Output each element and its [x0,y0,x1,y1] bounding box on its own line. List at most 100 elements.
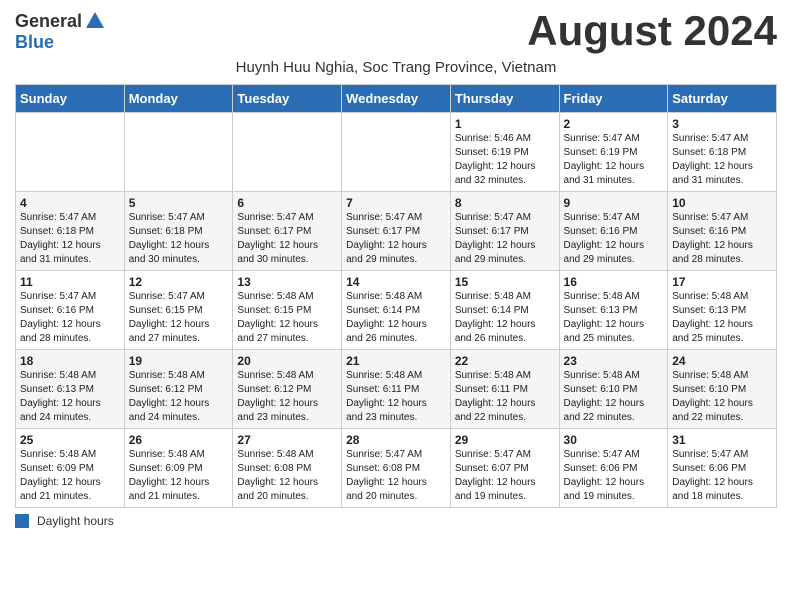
header-cell-monday: Monday [124,85,233,113]
day-number: 8 [455,196,555,210]
day-number: 29 [455,433,555,447]
day-number: 31 [672,433,772,447]
calendar-cell: 14Sunrise: 5:48 AM Sunset: 6:14 PM Dayli… [342,271,451,350]
day-info: Sunrise: 5:48 AM Sunset: 6:12 PM Dayligh… [237,369,337,425]
day-number: 6 [237,196,337,210]
calendar-cell: 4Sunrise: 5:47 AM Sunset: 6:18 PM Daylig… [16,192,125,271]
calendar-cell: 12Sunrise: 5:47 AM Sunset: 6:15 PM Dayli… [124,271,233,350]
calendar-cell [342,113,451,192]
day-number: 11 [20,275,120,289]
calendar-cell: 19Sunrise: 5:48 AM Sunset: 6:12 PM Dayli… [124,350,233,429]
calendar-cell: 24Sunrise: 5:48 AM Sunset: 6:10 PM Dayli… [668,350,777,429]
logo-general: General [15,11,82,32]
day-info: Sunrise: 5:46 AM Sunset: 6:19 PM Dayligh… [455,132,555,188]
header-cell-tuesday: Tuesday [233,85,342,113]
day-info: Sunrise: 5:47 AM Sunset: 6:18 PM Dayligh… [129,211,229,267]
calendar-cell: 1Sunrise: 5:46 AM Sunset: 6:19 PM Daylig… [450,113,559,192]
month-title: August 2024 [527,10,777,52]
day-number: 14 [346,275,446,289]
calendar-cell: 6Sunrise: 5:47 AM Sunset: 6:17 PM Daylig… [233,192,342,271]
calendar-cell [124,113,233,192]
day-number: 23 [564,354,664,368]
day-info: Sunrise: 5:48 AM Sunset: 6:13 PM Dayligh… [20,369,120,425]
day-info: Sunrise: 5:47 AM Sunset: 6:18 PM Dayligh… [672,132,772,188]
header-cell-friday: Friday [559,85,668,113]
subtitle: Huynh Huu Nghia, Soc Trang Province, Vie… [15,59,777,76]
calendar-cell: 18Sunrise: 5:48 AM Sunset: 6:13 PM Dayli… [16,350,125,429]
calendar-body: 1Sunrise: 5:46 AM Sunset: 6:19 PM Daylig… [16,113,777,508]
day-info: Sunrise: 5:48 AM Sunset: 6:09 PM Dayligh… [20,448,120,504]
calendar-cell: 28Sunrise: 5:47 AM Sunset: 6:08 PM Dayli… [342,429,451,508]
day-info: Sunrise: 5:47 AM Sunset: 6:17 PM Dayligh… [455,211,555,267]
day-info: Sunrise: 5:47 AM Sunset: 6:17 PM Dayligh… [346,211,446,267]
calendar-cell: 7Sunrise: 5:47 AM Sunset: 6:17 PM Daylig… [342,192,451,271]
day-number: 12 [129,275,229,289]
header-cell-sunday: Sunday [16,85,125,113]
calendar-cell [233,113,342,192]
legend-area: Daylight hours [15,514,777,528]
calendar-week-row: 11Sunrise: 5:47 AM Sunset: 6:16 PM Dayli… [16,271,777,350]
calendar-cell: 3Sunrise: 5:47 AM Sunset: 6:18 PM Daylig… [668,113,777,192]
calendar-cell: 20Sunrise: 5:48 AM Sunset: 6:12 PM Dayli… [233,350,342,429]
calendar-cell: 29Sunrise: 5:47 AM Sunset: 6:07 PM Dayli… [450,429,559,508]
day-info: Sunrise: 5:48 AM Sunset: 6:10 PM Dayligh… [672,369,772,425]
day-info: Sunrise: 5:48 AM Sunset: 6:13 PM Dayligh… [564,290,664,346]
header-cell-thursday: Thursday [450,85,559,113]
day-info: Sunrise: 5:47 AM Sunset: 6:07 PM Dayligh… [455,448,555,504]
calendar-header-row: SundayMondayTuesdayWednesdayThursdayFrid… [16,85,777,113]
calendar-cell: 5Sunrise: 5:47 AM Sunset: 6:18 PM Daylig… [124,192,233,271]
logo: General Blue [15,10,106,53]
day-info: Sunrise: 5:47 AM Sunset: 6:06 PM Dayligh… [564,448,664,504]
day-number: 4 [20,196,120,210]
calendar-cell [16,113,125,192]
day-info: Sunrise: 5:47 AM Sunset: 6:08 PM Dayligh… [346,448,446,504]
day-number: 24 [672,354,772,368]
calendar-week-row: 18Sunrise: 5:48 AM Sunset: 6:13 PM Dayli… [16,350,777,429]
calendar-cell: 22Sunrise: 5:48 AM Sunset: 6:11 PM Dayli… [450,350,559,429]
day-info: Sunrise: 5:47 AM Sunset: 6:18 PM Dayligh… [20,211,120,267]
day-info: Sunrise: 5:47 AM Sunset: 6:16 PM Dayligh… [564,211,664,267]
day-info: Sunrise: 5:48 AM Sunset: 6:10 PM Dayligh… [564,369,664,425]
day-info: Sunrise: 5:48 AM Sunset: 6:14 PM Dayligh… [346,290,446,346]
day-info: Sunrise: 5:47 AM Sunset: 6:16 PM Dayligh… [20,290,120,346]
calendar-cell: 2Sunrise: 5:47 AM Sunset: 6:19 PM Daylig… [559,113,668,192]
calendar-cell: 26Sunrise: 5:48 AM Sunset: 6:09 PM Dayli… [124,429,233,508]
calendar-cell: 31Sunrise: 5:47 AM Sunset: 6:06 PM Dayli… [668,429,777,508]
calendar-cell: 17Sunrise: 5:48 AM Sunset: 6:13 PM Dayli… [668,271,777,350]
day-number: 27 [237,433,337,447]
day-info: Sunrise: 5:48 AM Sunset: 6:09 PM Dayligh… [129,448,229,504]
calendar-cell: 13Sunrise: 5:48 AM Sunset: 6:15 PM Dayli… [233,271,342,350]
logo-icon [84,10,106,32]
calendar-cell: 23Sunrise: 5:48 AM Sunset: 6:10 PM Dayli… [559,350,668,429]
day-number: 15 [455,275,555,289]
day-number: 10 [672,196,772,210]
day-info: Sunrise: 5:48 AM Sunset: 6:13 PM Dayligh… [672,290,772,346]
day-number: 7 [346,196,446,210]
day-info: Sunrise: 5:47 AM Sunset: 6:19 PM Dayligh… [564,132,664,188]
calendar-cell: 30Sunrise: 5:47 AM Sunset: 6:06 PM Dayli… [559,429,668,508]
calendar-cell: 10Sunrise: 5:47 AM Sunset: 6:16 PM Dayli… [668,192,777,271]
calendar-cell: 25Sunrise: 5:48 AM Sunset: 6:09 PM Dayli… [16,429,125,508]
day-number: 17 [672,275,772,289]
day-number: 19 [129,354,229,368]
day-info: Sunrise: 5:47 AM Sunset: 6:06 PM Dayligh… [672,448,772,504]
calendar-week-row: 4Sunrise: 5:47 AM Sunset: 6:18 PM Daylig… [16,192,777,271]
day-number: 21 [346,354,446,368]
day-info: Sunrise: 5:48 AM Sunset: 6:11 PM Dayligh… [346,369,446,425]
day-number: 2 [564,117,664,131]
legend-box [15,514,29,528]
calendar-cell: 8Sunrise: 5:47 AM Sunset: 6:17 PM Daylig… [450,192,559,271]
day-info: Sunrise: 5:48 AM Sunset: 6:14 PM Dayligh… [455,290,555,346]
day-number: 25 [20,433,120,447]
calendar-cell: 15Sunrise: 5:48 AM Sunset: 6:14 PM Dayli… [450,271,559,350]
day-info: Sunrise: 5:48 AM Sunset: 6:15 PM Dayligh… [237,290,337,346]
calendar-cell: 16Sunrise: 5:48 AM Sunset: 6:13 PM Dayli… [559,271,668,350]
day-number: 1 [455,117,555,131]
day-info: Sunrise: 5:47 AM Sunset: 6:16 PM Dayligh… [672,211,772,267]
day-number: 16 [564,275,664,289]
day-info: Sunrise: 5:48 AM Sunset: 6:12 PM Dayligh… [129,369,229,425]
day-number: 13 [237,275,337,289]
day-number: 5 [129,196,229,210]
legend-label: Daylight hours [37,514,114,528]
day-number: 18 [20,354,120,368]
